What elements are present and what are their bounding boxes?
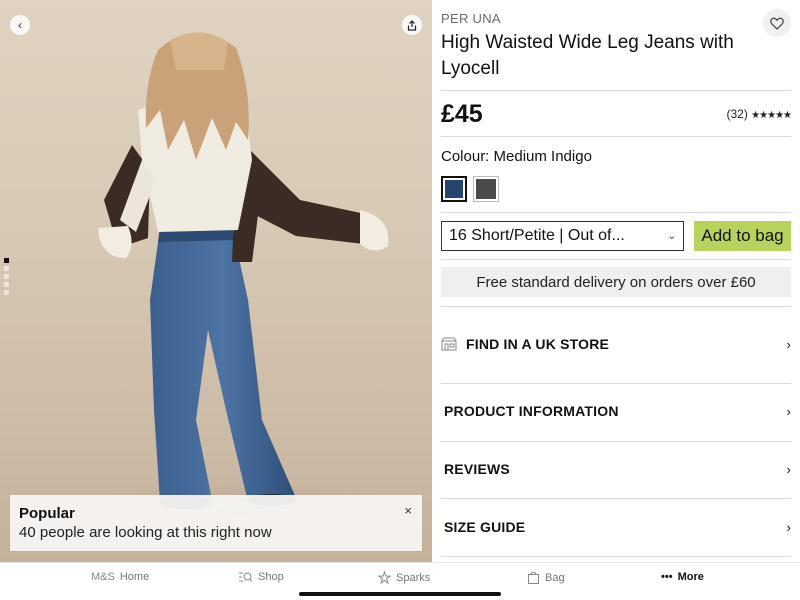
swatch-fill xyxy=(476,179,496,199)
size-select[interactable]: 16 Short/Petite | Out of... ⌄ xyxy=(441,221,684,251)
star-rating-icon: ★★★★★ xyxy=(751,110,792,121)
colour-label: Colour: Medium Indigo xyxy=(441,148,592,165)
chevron-left-icon: ‹ xyxy=(18,18,22,32)
size-guide-link[interactable]: SIZE GUIDE › xyxy=(441,519,791,535)
swatch-fill xyxy=(445,180,463,198)
tab-bag[interactable]: Bag xyxy=(527,571,565,584)
gallery-dot[interactable] xyxy=(4,274,9,279)
chevron-right-icon: › xyxy=(786,461,791,477)
swatch-medium-indigo[interactable] xyxy=(441,176,467,202)
heart-icon xyxy=(770,17,784,30)
find-in-store-label: FIND IN A UK STORE xyxy=(466,336,610,352)
price: £45 xyxy=(441,100,483,128)
divider xyxy=(441,212,791,213)
brand-label: PER UNA xyxy=(441,11,501,26)
tab-more[interactable]: ••• More xyxy=(661,571,704,583)
divider xyxy=(441,556,791,557)
tab-bag-label: Bag xyxy=(545,571,565,584)
back-button[interactable]: ‹ xyxy=(10,15,30,35)
add-to-bag-button[interactable]: Add to bag xyxy=(694,221,791,251)
sparks-icon xyxy=(378,571,391,584)
tab-home-label: Home xyxy=(119,571,150,583)
tab-home[interactable]: M&S Home xyxy=(91,571,149,583)
bag-icon xyxy=(528,571,539,584)
tab-shop[interactable]: Shop xyxy=(238,571,284,583)
colour-swatches xyxy=(441,176,499,202)
product-photo xyxy=(70,32,410,538)
divider xyxy=(441,383,791,384)
reviews-label: REVIEWS xyxy=(444,461,510,477)
gallery-indicator xyxy=(4,258,9,295)
product-information-label: PRODUCT INFORMATION xyxy=(444,403,619,419)
chevron-right-icon: › xyxy=(786,519,791,535)
product-info-panel: PER UNA High Waisted Wide Leg Jeans with… xyxy=(441,0,792,562)
divider xyxy=(441,441,791,442)
tab-shop-label: Shop xyxy=(258,571,284,583)
divider xyxy=(441,136,791,137)
ms-logo-icon: M&S xyxy=(91,571,115,583)
popular-title: Popular xyxy=(19,505,75,522)
gallery-dot[interactable] xyxy=(4,282,9,287)
chevron-down-icon: ⌄ xyxy=(667,230,676,242)
popular-notice: Popular 40 people are looking at this ri… xyxy=(10,495,422,551)
close-icon[interactable]: × xyxy=(404,503,412,518)
chevron-right-icon: › xyxy=(786,403,791,419)
divider xyxy=(441,498,791,499)
wishlist-button[interactable] xyxy=(763,9,791,37)
search-icon xyxy=(239,572,253,582)
tab-sparks[interactable]: Sparks xyxy=(378,571,430,584)
share-button[interactable] xyxy=(402,15,422,35)
rating-summary[interactable]: (32) ★★★★★ xyxy=(726,107,792,121)
tab-sparks-label: Sparks xyxy=(396,571,431,584)
home-indicator xyxy=(299,592,501,596)
divider xyxy=(441,306,791,307)
rating-count: (32) xyxy=(726,107,748,121)
more-icon: ••• xyxy=(661,571,673,583)
gallery-dot[interactable] xyxy=(4,266,9,271)
product-title: High Waisted Wide Leg Jeans with Lyocell xyxy=(441,32,734,79)
reviews-link[interactable]: REVIEWS › xyxy=(441,461,791,477)
popular-text: 40 people are looking at this right now xyxy=(19,524,272,541)
swatch-grey[interactable] xyxy=(473,176,499,202)
divider xyxy=(441,259,791,260)
tab-more-label: More xyxy=(677,571,704,583)
find-in-store-link[interactable]: FIND IN A UK STORE › xyxy=(441,336,791,352)
chevron-right-icon: › xyxy=(786,336,791,352)
gallery-dot[interactable] xyxy=(4,290,9,295)
product-information-link[interactable]: PRODUCT INFORMATION › xyxy=(441,403,791,419)
product-image-gallery[interactable]: ‹ Popular 40 people are looking at this … xyxy=(0,0,432,562)
delivery-banner: Free standard delivery on orders over £6… xyxy=(441,267,791,297)
divider xyxy=(441,90,791,91)
size-guide-label: SIZE GUIDE xyxy=(444,519,526,535)
gallery-dot[interactable] xyxy=(4,258,9,263)
store-icon xyxy=(441,337,457,351)
share-icon xyxy=(407,19,417,31)
size-select-value: 16 Short/Petite | Out of... xyxy=(449,227,625,244)
